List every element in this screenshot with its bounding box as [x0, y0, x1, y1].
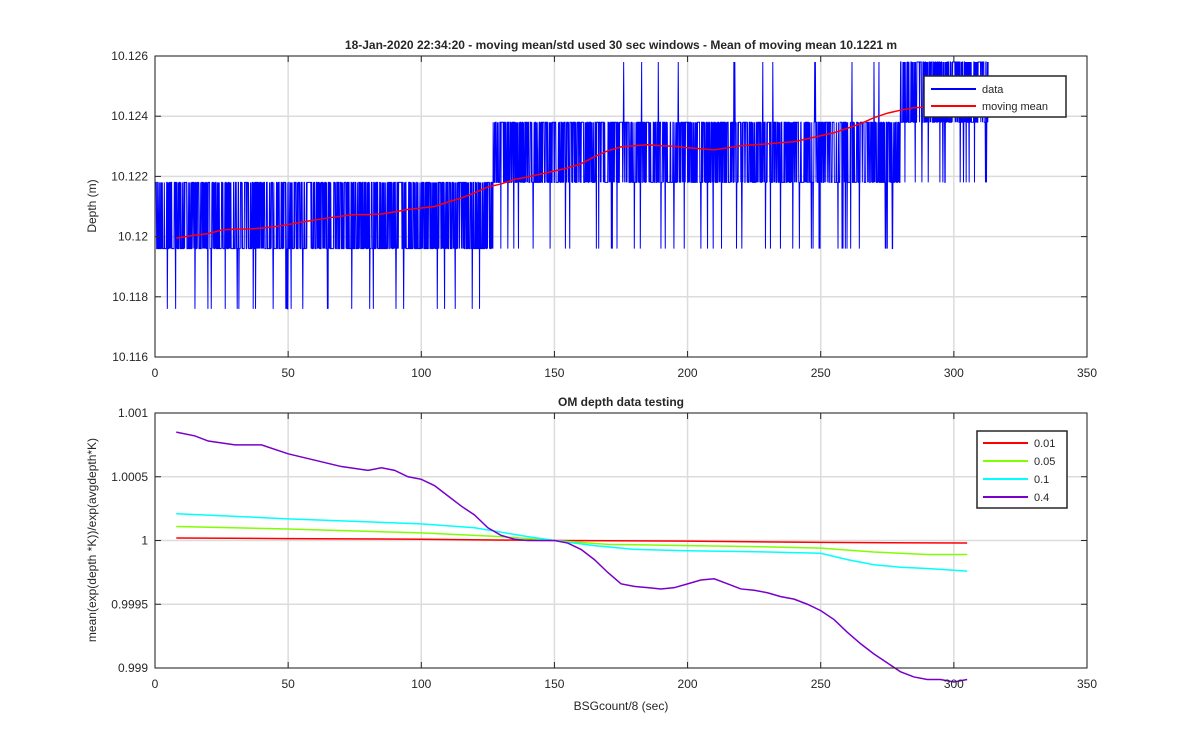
depth-y-tick-label: 10.116	[112, 350, 148, 364]
depth-axes: 0 50 100 150 200 250 300 350 10.116 10.118 10.12 10…	[85, 38, 1097, 380]
legend-label-k-0-05: 0.05	[1034, 456, 1055, 468]
legend-label-moving-mean: moving mean	[982, 101, 1048, 113]
depth-chart-title: 18-Jan-2020 22:34:20 - moving mean/std u…	[345, 38, 897, 52]
om-y-tick-label: 0.999	[118, 661, 148, 675]
om-y-tick-label: 0.9995	[111, 597, 148, 611]
om-x-tick-label: 200	[678, 677, 698, 691]
om-legend: 0.01 0.05 0.1 0.4	[976, 430, 1068, 509]
om-x-tick-label: 350	[1077, 677, 1097, 691]
figure: 0 50 100 150 200 250 300 35010.11610.11810.1210…	[85, 38, 1097, 713]
depth-x-tick-label: 150	[544, 366, 564, 380]
om-x-tick-label: 100	[411, 677, 431, 691]
depth-x-tick-label: 300	[944, 366, 964, 380]
legend-label-k-0-1: 0.1	[1034, 474, 1049, 486]
depth-x-tick-label: 0	[152, 366, 159, 380]
legend-label-k-0-4: 0.4	[1034, 492, 1049, 504]
depth-y-tick-label: 10.126	[111, 49, 148, 63]
depth-y-tick-label: 10.118	[112, 290, 148, 304]
om-y-tick-label: 1.001	[118, 406, 148, 420]
depth-y-tick-label: 10.122	[111, 169, 148, 183]
depth-legend: data moving mean	[923, 75, 1067, 118]
om-y-tick-label: 1.0005	[111, 470, 148, 484]
om-y-tick-label: 1	[141, 534, 148, 548]
depth-x-tick-label: 250	[811, 366, 831, 380]
om-x-tick-label: 300	[944, 677, 964, 691]
legend-label-k-0-01: 0.01	[1034, 438, 1055, 450]
om-test-axes: 0 50 100 150 200 250 300 350 0.999 0.9995 1 1.0005 1…	[85, 395, 1097, 713]
depth-x-tick-label: 350	[1077, 366, 1097, 380]
depth-y-tick-label: 10.124	[111, 109, 148, 123]
depth-x-tick-label: 200	[678, 366, 698, 380]
om-x-tick-label: 250	[811, 677, 831, 691]
om-x-tick-label: 50	[281, 677, 295, 691]
legend-label-data: data	[982, 84, 1004, 96]
om-chart-title: OM depth data testing	[558, 395, 684, 409]
depth-x-tick-label: 50	[281, 366, 295, 380]
om-y-axis-label: mean(exp(depth *K))/exp(avgdepth*K)	[85, 438, 99, 642]
om-x-tick-label: 0	[152, 677, 159, 691]
depth-x-tick-label: 100	[411, 366, 431, 380]
om-x-axis-label: BSGcount/8 (sec)	[574, 699, 669, 713]
depth-y-axis-label: Depth (m)	[85, 179, 99, 232]
depth-y-tick-label: 10.12	[118, 230, 148, 244]
om-x-tick-label: 150	[544, 677, 564, 691]
